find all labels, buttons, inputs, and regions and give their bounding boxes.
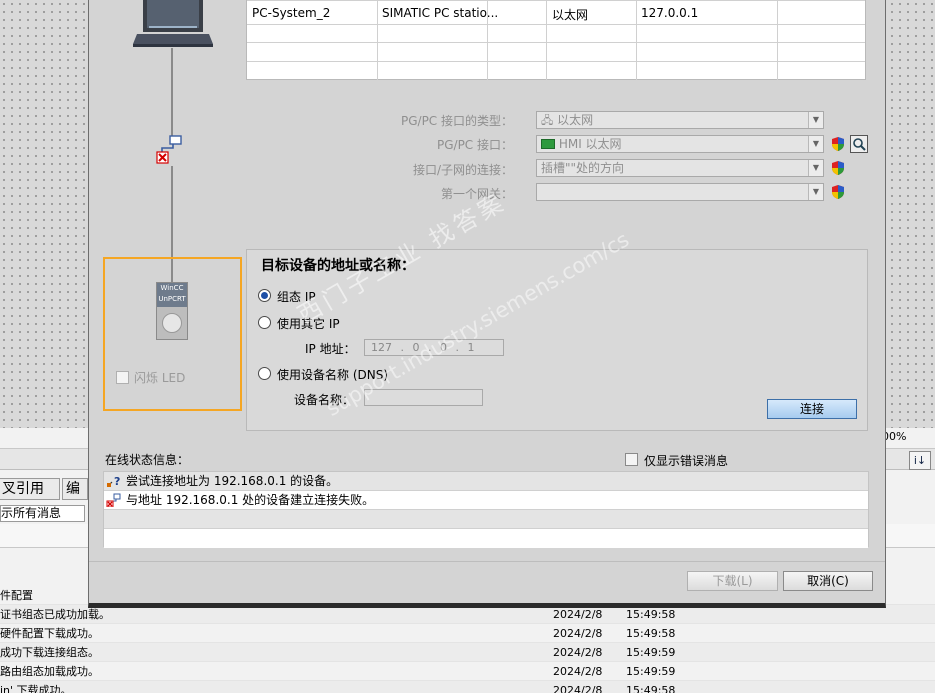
first-gateway-select[interactable]: ▼ bbox=[536, 183, 824, 201]
node-name[interactable]: PC-System_2 bbox=[252, 6, 330, 20]
config-ip-radio[interactable] bbox=[258, 289, 271, 302]
flash-led-checkbox[interactable] bbox=[116, 371, 129, 384]
device-name-input[interactable] bbox=[364, 389, 483, 406]
chevron-down-icon[interactable]: ▼ bbox=[808, 136, 823, 152]
ethernet-icon: 🖧 bbox=[541, 114, 554, 127]
message-row[interactable]: in' 下载成功。 2024/2/8 15:49:58 bbox=[0, 681, 935, 693]
shield-icon bbox=[832, 185, 844, 199]
tab-cross-reference[interactable]: 叉引用 bbox=[0, 478, 60, 500]
device-disk-icon bbox=[162, 313, 182, 333]
footer-separator bbox=[89, 561, 885, 562]
subnet-connection-select[interactable]: 插槽""处的方向 ▼ bbox=[536, 159, 824, 177]
connection-failed-icon bbox=[106, 493, 121, 507]
download-button[interactable]: 下载(L) bbox=[687, 571, 778, 591]
message-text: 硬件配置下载成功。 bbox=[0, 627, 99, 640]
other-ip-label: 使用其它 IP bbox=[277, 317, 340, 331]
subnet-connection-label: 接口/子网的连接： bbox=[412, 163, 513, 177]
message-text: in' 下载成功。 bbox=[0, 684, 72, 693]
chevron-down-icon[interactable]: ▼ bbox=[808, 112, 823, 128]
flash-led-label: 闪烁 LED bbox=[134, 371, 186, 385]
ip-address-label: IP 地址： bbox=[305, 342, 356, 356]
hmi-device-icon: WinCC UnPCRT bbox=[156, 282, 188, 340]
device-name-dns-radio[interactable] bbox=[258, 367, 271, 380]
device-name-dns-label: 使用设备名称 (DNS) bbox=[277, 368, 389, 382]
message-date: 2024/2/8 bbox=[553, 665, 603, 678]
svg-text:?: ? bbox=[114, 475, 120, 488]
network-adapter-icon bbox=[156, 135, 182, 164]
device-name-label: 设备名称： bbox=[294, 393, 355, 407]
connect-button[interactable]: 连接 bbox=[767, 399, 857, 419]
status-row-empty bbox=[104, 510, 868, 529]
other-ip-radio[interactable] bbox=[258, 316, 271, 329]
online-status-title: 在线状态信息： bbox=[105, 453, 190, 467]
magnifier-icon bbox=[853, 138, 866, 151]
first-gateway-label: 第一个网关： bbox=[440, 187, 513, 201]
tab-compile[interactable]: 编 bbox=[62, 478, 88, 500]
connect-attempt-icon: ? bbox=[107, 475, 120, 488]
errors-only-checkbox[interactable] bbox=[625, 453, 638, 466]
status-row: 与地址 192.168.0.1 处的设备建立连接失败。 bbox=[104, 491, 868, 510]
message-date: 2024/2/8 bbox=[553, 684, 603, 693]
message-time: 15:49:58 bbox=[626, 627, 676, 640]
online-status-list: ? 尝试连接地址为 192.168.0.1 的设备。 与地址 192.168.0… bbox=[103, 471, 869, 548]
pgpc-type-select[interactable]: 🖧 以太网 ▼ bbox=[536, 111, 824, 129]
status-message: 与地址 192.168.0.1 处的设备建立连接失败。 bbox=[126, 493, 375, 507]
device-label-line1: WinCC bbox=[160, 284, 184, 292]
device-label-line2: UnPCRT bbox=[158, 295, 186, 303]
message-time: 15:49:59 bbox=[626, 646, 676, 659]
message-text: 路由组态加载成功。 bbox=[0, 665, 99, 678]
pgpc-interface-select[interactable]: HMI 以太网 ▼ bbox=[536, 135, 824, 153]
compatible-nodes-table: PC-System_2 SIMATIC PC statio... 以太网 127… bbox=[246, 0, 866, 80]
message-time: 15:49:59 bbox=[626, 665, 676, 678]
pgpc-interface-label: PG/PC 接口： bbox=[436, 138, 513, 152]
message-text: 成功下载连接组态。 bbox=[0, 646, 99, 659]
pc-station-icon bbox=[133, 0, 213, 47]
errors-only-label: 仅显示错误消息 bbox=[644, 454, 729, 468]
message-date: 2024/2/8 bbox=[553, 646, 603, 659]
cancel-button[interactable]: 取消(C) bbox=[783, 571, 873, 591]
ip-address-input[interactable]: 127 . 0 . 0 . 1 bbox=[364, 339, 504, 356]
chevron-down-icon[interactable]: ▼ bbox=[808, 184, 823, 200]
pgpc-type-label: PG/PC 接口的类型： bbox=[400, 114, 513, 128]
status-row: ? 尝试连接地址为 192.168.0.1 的设备。 bbox=[104, 472, 868, 491]
message-row[interactable]: 硬件配置下载成功。 2024/2/8 15:49:58 bbox=[0, 624, 935, 643]
info-toolbar-icon[interactable]: i↓ bbox=[909, 451, 931, 470]
node-device-type[interactable]: SIMATIC PC statio... bbox=[382, 6, 498, 20]
target-address-title: 目标设备的地址或名称： bbox=[261, 258, 415, 274]
connection-line-top bbox=[171, 48, 173, 136]
shield-icon bbox=[832, 161, 844, 175]
message-filter-select[interactable]: 示所有消息 bbox=[0, 505, 85, 522]
node-address[interactable]: 127.0.0.1 bbox=[641, 6, 698, 20]
message-row[interactable]: 成功下载连接组态。 2024/2/8 15:49:59 bbox=[0, 643, 935, 662]
network-card-icon bbox=[541, 139, 555, 149]
shield-icon bbox=[832, 137, 844, 151]
node-interface-type[interactable]: 以太网 bbox=[552, 6, 588, 23]
status-message: 尝试连接地址为 192.168.0.1 的设备。 bbox=[126, 474, 339, 488]
config-ip-label: 组态 IP bbox=[277, 290, 316, 304]
message-date: 2024/2/8 bbox=[553, 627, 603, 640]
status-row-empty bbox=[104, 529, 868, 548]
message-time: 15:49:58 bbox=[626, 684, 676, 693]
search-devices-button[interactable] bbox=[850, 135, 868, 153]
chevron-down-icon[interactable]: ▼ bbox=[808, 160, 823, 176]
message-row[interactable]: 路由组态加载成功。 2024/2/8 15:49:59 bbox=[0, 662, 935, 681]
